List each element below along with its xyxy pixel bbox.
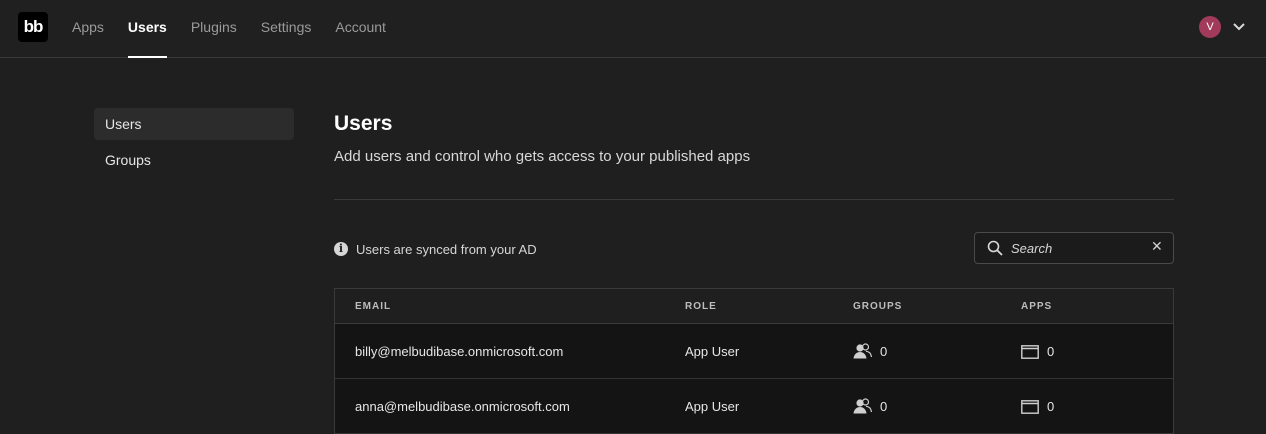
nav-apps[interactable]: Apps	[72, 0, 104, 57]
column-header-role[interactable]: ROLE	[685, 301, 717, 312]
groups-count: 0	[880, 343, 888, 359]
user-role: App User	[685, 343, 740, 359]
nav-settings[interactable]: Settings	[261, 0, 312, 57]
main-nav: Apps Users Plugins Settings Account	[72, 0, 410, 58]
user-groups: 0	[853, 343, 887, 360]
user-email: billy@melbudibase.onmicrosoft.com	[355, 343, 564, 359]
nav-plugins[interactable]: Plugins	[191, 0, 237, 57]
column-header-email[interactable]: EMAIL	[355, 301, 391, 312]
table-header: EMAIL ROLE GROUPS APPS	[335, 289, 1173, 324]
nav-account[interactable]: Account	[335, 0, 386, 57]
nav-users[interactable]: Users	[127, 0, 167, 58]
table-row[interactable]: anna@melbudibase.onmicrosoft.com App Use…	[335, 379, 1173, 434]
window-icon	[1021, 344, 1039, 359]
sidebar-item-users[interactable]: Users	[94, 108, 294, 140]
search-icon	[987, 240, 1003, 256]
user-avatar[interactable]: V	[1199, 16, 1221, 38]
settings-sidebar: Users Groups	[94, 108, 294, 180]
column-header-apps[interactable]: APPS	[1021, 301, 1052, 312]
apps-count: 0	[1047, 399, 1055, 415]
chevron-down-icon[interactable]	[1231, 20, 1247, 34]
groups-count: 0	[880, 398, 888, 414]
column-header-groups[interactable]: GROUPS	[853, 301, 902, 312]
window-icon	[1021, 399, 1039, 414]
user-groups: 0	[853, 398, 887, 415]
search-box[interactable]: ✕	[974, 232, 1174, 264]
users-table: EMAIL ROLE GROUPS APPS billy@melbudibase…	[334, 288, 1174, 434]
apps-count: 0	[1047, 344, 1055, 360]
user-email: anna@melbudibase.onmicrosoft.com	[355, 398, 570, 414]
user-role: App User	[685, 398, 740, 414]
users-icon	[853, 343, 872, 359]
page-subtitle: Add users and control who gets access to…	[334, 148, 751, 165]
sidebar-item-groups[interactable]: Groups	[94, 144, 294, 176]
sync-info: i Users are synced from your AD	[334, 239, 537, 259]
users-panel: Users Add users and control who gets acc…	[334, 108, 1174, 434]
top-navigation-bar: bb Apps Users Plugins Settings Account V	[0, 0, 1266, 58]
user-apps: 0	[1021, 398, 1054, 414]
page-title: Users	[334, 112, 393, 135]
close-icon[interactable]: ✕	[1151, 238, 1163, 255]
users-icon	[853, 398, 872, 414]
search-input[interactable]	[1011, 239, 1141, 257]
table-row[interactable]: billy@melbudibase.onmicrosoft.com App Us…	[335, 324, 1173, 379]
divider	[334, 199, 1174, 200]
user-apps: 0	[1021, 343, 1054, 359]
budibase-logo[interactable]: bb	[18, 12, 48, 42]
info-icon: i	[334, 242, 348, 256]
sync-info-text: Users are synced from your AD	[356, 241, 537, 257]
